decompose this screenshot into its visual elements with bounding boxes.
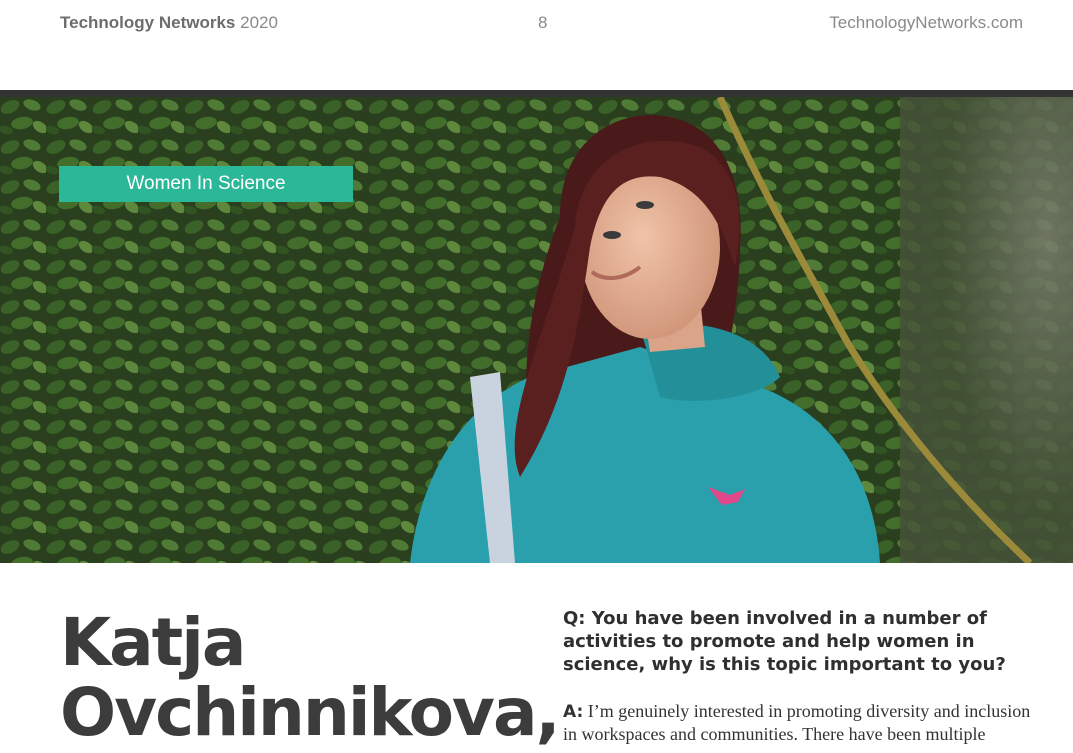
header-rule	[0, 90, 1073, 97]
title-line-1: Katja	[60, 604, 246, 681]
answer-label: A:	[563, 702, 584, 722]
article-title: Katja Ovchinnikova,	[60, 604, 561, 751]
title-line-2: Ovchinnikova,	[60, 674, 561, 751]
answer-text: I’m genuinely interested in promoting di…	[563, 701, 1031, 744]
brand: Technology Networks 2020	[60, 13, 278, 33]
page-header: Technology Networks 2020 8 TechnologyNet…	[0, 0, 1073, 90]
interview-answer: A: I’m genuinely interested in promoting…	[563, 700, 1033, 745]
site-link[interactable]: TechnologyNetworks.com	[829, 13, 1023, 33]
brand-name: Technology Networks	[60, 13, 236, 32]
brand-year: 2020	[240, 13, 278, 32]
page-number: 8	[538, 13, 548, 32]
interview-question: Q: You have been involved in a number of…	[563, 608, 1006, 675]
category-tag[interactable]: Women In Science	[59, 166, 353, 202]
